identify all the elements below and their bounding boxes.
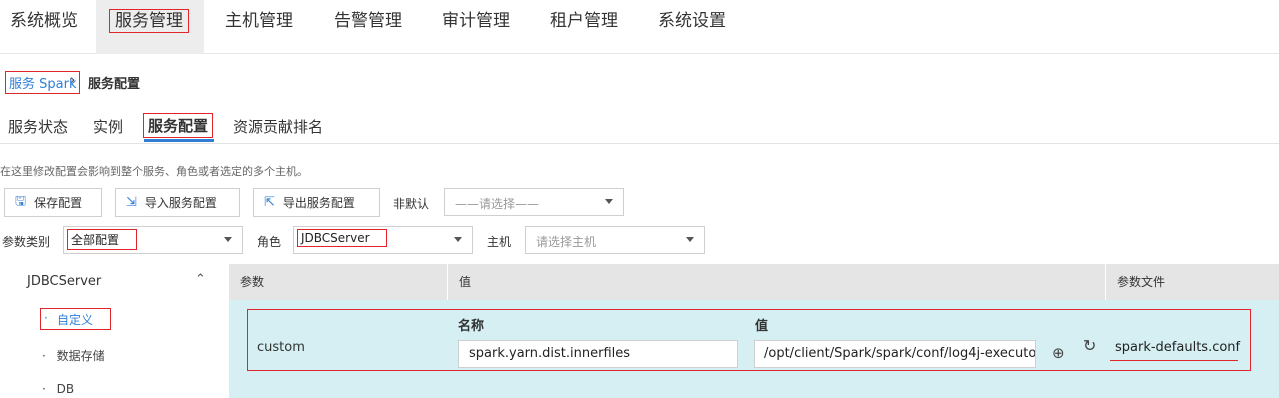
chevron-up-icon[interactable]: ⌃: [195, 272, 206, 287]
import-config-label: 导入服务配置: [144, 196, 217, 210]
column-header-file: 参数文件: [1117, 275, 1166, 289]
nav-item-label: 审计管理: [442, 11, 510, 31]
param-type-value: 全部配置: [67, 229, 137, 250]
param-type-label: 参数类别: [2, 235, 51, 249]
import-icon: ⇲: [126, 195, 137, 210]
tab-label: 服务状态: [8, 118, 69, 136]
save-config-label: 保存配置: [34, 196, 83, 210]
bullet-icon: ·: [44, 311, 48, 325]
tree-item-label: 数据存储: [56, 349, 105, 363]
export-config-label: 导出服务配置: [282, 196, 355, 210]
name-field-label: 名称: [458, 319, 485, 334]
tree-item-data-storage[interactable]: · 数据存储: [42, 347, 105, 364]
custom-value-input[interactable]: /opt/client/Spark/spark/conf/log4j-execu…: [754, 340, 1036, 368]
host-label: 主机: [487, 235, 512, 249]
nav-item-service-management[interactable]: 服务管理: [96, 0, 204, 54]
tab-resource-ranking[interactable]: 资源贡献排名: [233, 116, 323, 137]
tree-item-label: DB: [56, 382, 75, 396]
chevron-down-icon: [686, 237, 694, 242]
add-icon[interactable]: ⊕: [1052, 344, 1065, 362]
save-icon: 🖫: [15, 193, 27, 209]
column-divider: [1105, 264, 1106, 300]
column-header-value: 值: [459, 275, 472, 289]
chevron-down-icon: [454, 237, 462, 242]
nav-item-audit-management[interactable]: 审计管理: [442, 0, 510, 54]
tree-item-db[interactable]: · DB: [42, 382, 74, 396]
non-default-placeholder: ——请选择——: [455, 197, 540, 211]
chevron-down-icon: [605, 199, 613, 204]
reset-icon[interactable]: ↻: [1083, 336, 1096, 355]
host-placeholder: 请选择主机: [536, 235, 597, 249]
row-param-name: custom: [257, 340, 305, 355]
column-divider: [447, 264, 448, 300]
config-table-header: 参数 值 参数文件: [229, 264, 1279, 300]
breadcrumb-current: 服务配置: [88, 77, 141, 92]
tab-service-status[interactable]: 服务状态: [8, 116, 68, 137]
import-config-button[interactable]: ⇲ 导入服务配置: [115, 188, 240, 217]
nav-item-label: 告警管理: [334, 11, 402, 31]
highlighted-row-frame: [247, 309, 1251, 371]
nav-item-system-settings[interactable]: 系统设置: [658, 0, 726, 54]
non-default-label: 非默认: [393, 197, 430, 211]
nav-item-label: 系统概览: [10, 11, 78, 31]
tree-item-label: 自定义: [57, 313, 94, 327]
non-default-select[interactable]: ——请选择——: [444, 188, 624, 216]
value-field-label: 值: [755, 319, 769, 334]
tree-group-jdbcserver[interactable]: JDBCServer: [27, 274, 101, 289]
tab-label: 服务配置: [148, 117, 209, 135]
breadcrumb-link-spark[interactable]: 服务 Spark: [4, 71, 81, 94]
tab-label: 资源贡献排名: [233, 118, 324, 136]
nav-item-host-management[interactable]: 主机管理: [225, 0, 293, 54]
tab-label: 实例: [93, 118, 124, 136]
export-icon: ⇱: [264, 195, 275, 210]
custom-name-input[interactable]: spark.yarn.dist.innerfiles: [458, 340, 738, 368]
role-select[interactable]: JDBCServer: [293, 226, 473, 254]
param-file-underline: [1110, 360, 1238, 361]
nav-item-overview[interactable]: 系统概览: [10, 0, 78, 54]
nav-item-label: 服务管理: [109, 9, 189, 33]
config-table-row: custom 名称 值 spark.yarn.dist.innerfiles /…: [229, 300, 1279, 398]
host-select[interactable]: 请选择主机: [525, 226, 705, 254]
tabs-divider: [0, 143, 1279, 144]
config-hint-text: 在这里修改配置会影响到整个服务、角色或者选定的多个主机。: [0, 165, 308, 178]
bullet-icon: ·: [42, 349, 46, 363]
nav-item-label: 租户管理: [550, 11, 618, 31]
tab-service-config[interactable]: 服务配置: [142, 113, 214, 138]
param-file-name: spark-defaults.conf: [1115, 340, 1241, 355]
nav-item-label: 系统设置: [658, 11, 726, 31]
top-navigation: 系统概览 服务管理 主机管理 告警管理 审计管理 租户管理 系统设置: [0, 0, 1279, 54]
active-tab-indicator: [144, 139, 214, 142]
nav-item-tenant-management[interactable]: 租户管理: [550, 0, 618, 54]
save-config-button[interactable]: 🖫 保存配置: [4, 188, 102, 217]
param-type-select[interactable]: 全部配置: [63, 226, 243, 254]
tree-item-custom[interactable]: · 自定义: [40, 308, 111, 330]
nav-item-alarm-management[interactable]: 告警管理: [334, 0, 402, 54]
tab-instances[interactable]: 实例: [93, 116, 123, 137]
nav-item-label: 主机管理: [225, 11, 293, 31]
column-header-param: 参数: [240, 275, 265, 289]
role-label: 角色: [257, 235, 282, 249]
export-config-button[interactable]: ⇱ 导出服务配置: [253, 188, 380, 217]
bullet-icon: ·: [42, 382, 46, 396]
chevron-down-icon: [224, 237, 232, 242]
role-value: JDBCServer: [297, 229, 387, 247]
breadcrumb-separator: ›: [70, 73, 76, 88]
